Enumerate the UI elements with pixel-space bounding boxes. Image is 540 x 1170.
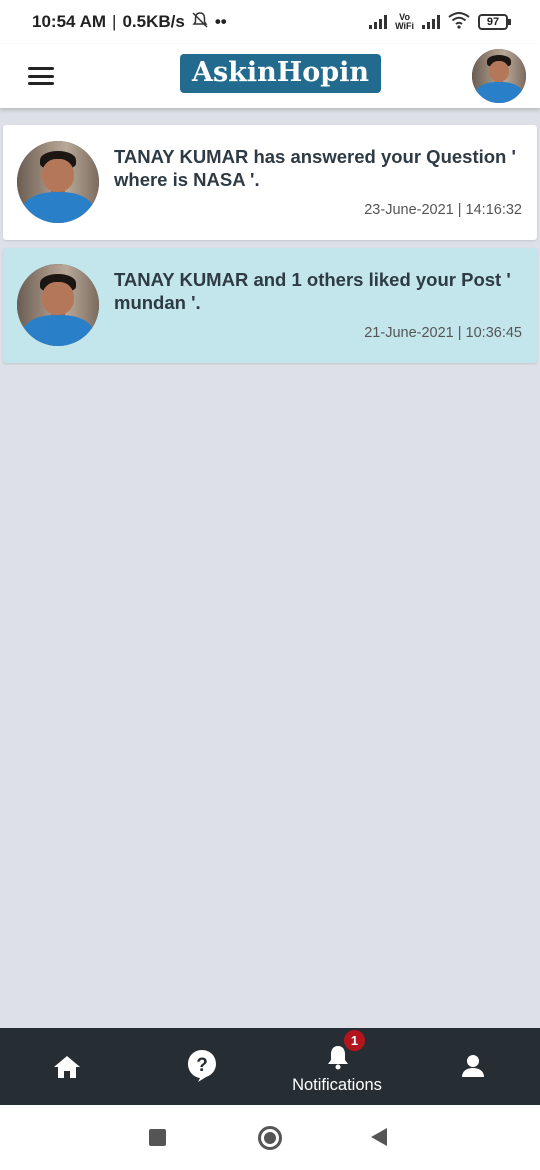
home-circle-icon[interactable] xyxy=(258,1126,282,1150)
notification-avatar xyxy=(17,264,99,346)
bottom-nav: ? 1 Notifications xyxy=(0,1028,540,1105)
vowifi-line2: WiFi xyxy=(395,21,414,31)
battery-icon: 97 xyxy=(478,14,511,30)
notification-count-badge: 1 xyxy=(344,1030,365,1051)
notification-text: TANAY KUMAR and 1 others liked your Post… xyxy=(114,269,511,313)
notification-timestamp: 21-June-2021 | 10:36:45 xyxy=(364,325,522,341)
question-bubble-icon: ? xyxy=(188,1050,216,1082)
recent-apps-icon[interactable] xyxy=(149,1129,166,1146)
svg-text:?: ? xyxy=(196,1055,208,1076)
notification-item[interactable]: TANAY KUMAR and 1 others liked your Post… xyxy=(3,248,537,363)
person-icon xyxy=(462,1055,484,1077)
back-triangle-icon[interactable] xyxy=(371,1128,387,1146)
notification-item[interactable]: TANAY KUMAR has answered your Question '… xyxy=(3,125,537,240)
status-right: Vo WiFi 97 xyxy=(369,11,511,34)
vowifi-icon: Vo WiFi xyxy=(395,13,414,31)
nav-notifications-label: Notifications xyxy=(292,1076,382,1094)
notification-text: TANAY KUMAR has answered your Question '… xyxy=(114,146,516,190)
system-nav-bar xyxy=(0,1105,540,1170)
nav-home[interactable] xyxy=(40,1028,94,1105)
notification-avatar xyxy=(17,141,99,223)
status-separator: | xyxy=(112,12,117,31)
app-header: AskinHopin xyxy=(0,44,540,108)
nav-notifications[interactable]: 1 Notifications xyxy=(276,1028,398,1105)
nav-profile[interactable] xyxy=(446,1028,500,1105)
wifi-icon xyxy=(448,11,470,34)
home-icon xyxy=(54,1056,80,1078)
signal-icon-2 xyxy=(422,15,440,29)
status-bar: 10:54 AM | 0.5KB/s •• Vo WiFi 97 xyxy=(0,0,540,44)
mute-icon xyxy=(191,11,209,34)
notification-list: TANAY KUMAR has answered your Question '… xyxy=(3,125,537,371)
status-left: 10:54 AM | 0.5KB/s •• xyxy=(32,11,227,34)
app-logo[interactable]: AskinHopin xyxy=(180,54,382,93)
user-avatar[interactable] xyxy=(472,49,526,103)
status-time: 10:54 AM xyxy=(32,12,107,31)
nav-ask-question[interactable]: ? xyxy=(176,1028,230,1105)
more-dots: •• xyxy=(214,12,227,31)
network-speed: 0.5KB/s xyxy=(122,12,185,31)
signal-icon xyxy=(369,15,388,29)
menu-icon[interactable] xyxy=(28,67,54,85)
notification-timestamp: 23-June-2021 | 14:16:32 xyxy=(364,202,522,218)
